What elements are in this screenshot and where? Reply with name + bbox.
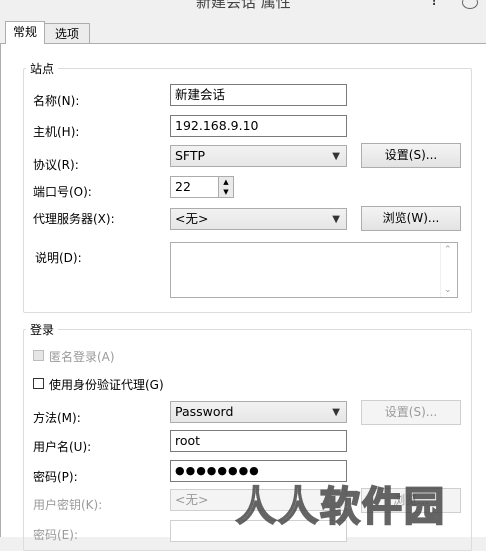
method-select[interactable]: Password ▼ [170, 401, 347, 423]
chevron-down-icon: ▼ [332, 214, 340, 225]
protocol-label: 协议(R): [33, 158, 79, 172]
name-input[interactable]: 新建会话 [170, 84, 347, 106]
port-spinner[interactable]: ▲ ▼ [218, 176, 234, 198]
help-button[interactable]: ? [430, 0, 439, 10]
window-title: 新建会话 属性 [196, 0, 291, 11]
auth-agent-checkbox[interactable] [33, 378, 44, 389]
protocol-select[interactable]: SFTP ▼ [170, 145, 347, 167]
spinner-down-icon[interactable]: ▼ [219, 187, 233, 197]
anonymous-checkbox[interactable] [33, 350, 44, 361]
title-bar: 新建会话 属性 ? [0, 0, 486, 12]
host-label: 主机(H): [33, 125, 80, 139]
method-value: Password [175, 404, 234, 419]
proxy-value: <无> [175, 211, 209, 226]
general-panel: 站点 名称(N): 新建会话 主机(H): 192.168.9.10 协议(R)… [0, 43, 486, 551]
description-textarea[interactable]: ⌃ ⌄ [170, 242, 458, 298]
tab-strip: 常规 选项 [0, 21, 486, 44]
protocol-settings-button[interactable]: 设置(S)... [361, 143, 461, 168]
watermark: 人人软件园 [235, 483, 446, 531]
chevron-down-icon: ▼ [332, 407, 340, 418]
port-label: 端口号(O): [33, 185, 92, 199]
user-key-value: <无> [175, 492, 209, 507]
close-button[interactable] [452, 0, 486, 12]
scroll-up-icon[interactable]: ⌃ [444, 245, 452, 255]
anonymous-label: 匿名登录(A) [49, 350, 115, 364]
description-label: 说明(D): [35, 251, 82, 265]
proxy-browse-button[interactable]: 浏览(W)... [361, 206, 461, 231]
proxy-select[interactable]: <无> ▼ [170, 208, 347, 230]
method-label: 方法(M): [33, 411, 81, 425]
scroll-down-icon[interactable]: ⌄ [444, 285, 452, 295]
username-label: 用户名(U): [33, 440, 92, 454]
login-group-title: 登录 [26, 321, 59, 338]
user-key-label: 用户密钥(K): [33, 498, 103, 512]
chevron-down-icon: ▼ [332, 151, 340, 162]
tab-general[interactable]: 常规 [5, 21, 45, 44]
proxy-label: 代理服务器(X): [33, 212, 115, 226]
protocol-value: SFTP [175, 148, 206, 163]
description-scrollbar[interactable]: ⌃ ⌄ [440, 243, 457, 297]
passphrase-label: 密码(E): [33, 528, 78, 542]
password-label: 密码(P): [33, 470, 78, 484]
name-label: 名称(N): [33, 94, 80, 108]
auth-agent-label: 使用身份验证代理(G) [49, 378, 164, 392]
site-group-title: 站点 [26, 60, 59, 77]
method-settings-button[interactable]: 设置(S)... [361, 400, 461, 425]
host-input[interactable]: 192.168.9.10 [170, 115, 347, 137]
username-input[interactable]: root [170, 430, 347, 452]
tab-options[interactable]: 选项 [44, 23, 90, 44]
port-input[interactable]: 22 [170, 176, 219, 198]
